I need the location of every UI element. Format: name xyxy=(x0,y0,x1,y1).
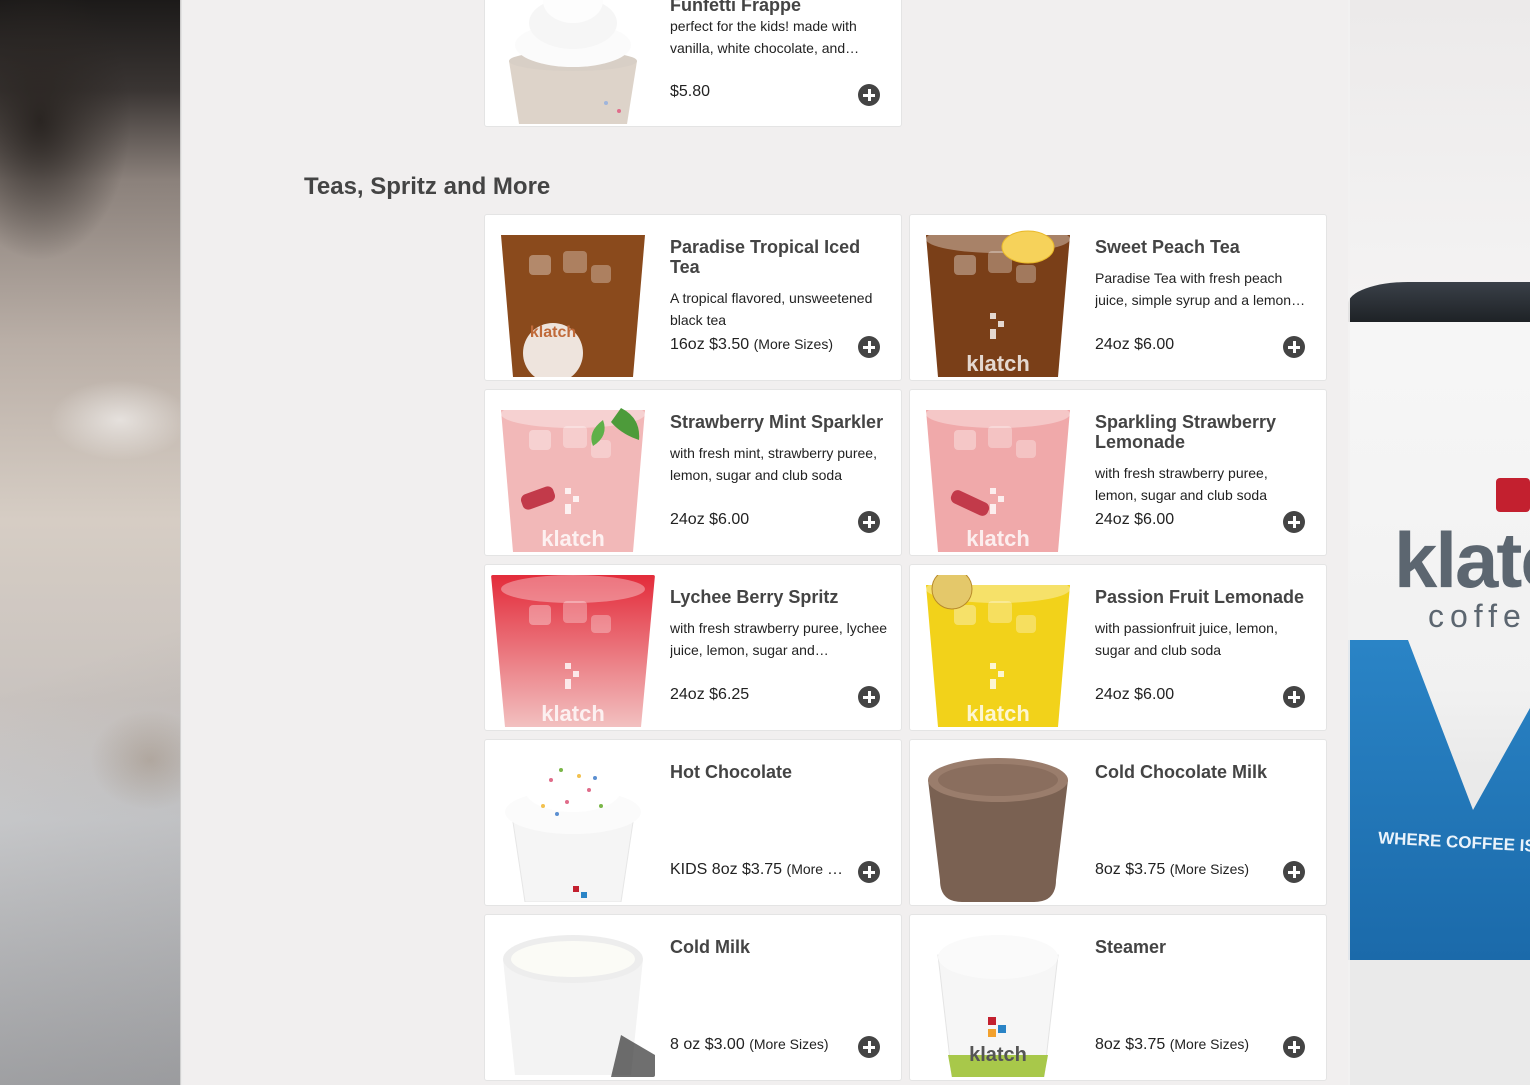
item-price: 24oz $6.00 xyxy=(1095,686,1275,704)
item-name: Strawberry Mint Sparkler xyxy=(670,412,884,432)
menu-item-card[interactable]: Hot Chocolate KIDS 8oz $3.75 (More Si… xyxy=(484,739,902,906)
item-description: with fresh mint, strawberry puree, lemon… xyxy=(670,445,877,483)
item-description: A tropical flavored, unsweetened black t… xyxy=(670,290,873,328)
menu-item-card[interactable]: klatch Passion Fruit Lemonade with passion… xyxy=(909,564,1327,731)
item-price: 8oz $3.75 (More Sizes) xyxy=(1095,1036,1275,1054)
item-name: Steamer xyxy=(1095,937,1167,957)
item-image xyxy=(491,0,655,124)
menu-item-card[interactable]: klatch Sweet Peach Tea Paradise Tea with f… xyxy=(909,214,1327,381)
item-image: klatch xyxy=(491,225,655,377)
item-price: 24oz $6.00 xyxy=(1095,336,1275,354)
more-sizes-label[interactable]: (More Sizes) xyxy=(749,1036,828,1052)
item-image: klatch xyxy=(916,925,1080,1077)
more-sizes-label[interactable]: (More Sizes) xyxy=(1170,861,1249,877)
item-price: 24oz $6.25 xyxy=(670,686,850,704)
item-image: klatch xyxy=(491,575,655,727)
svg-text:klatch: klatch xyxy=(541,701,605,726)
item-image xyxy=(491,925,655,1077)
svg-text:klatch: klatch xyxy=(966,701,1030,726)
item-name: Lychee Berry Spritz xyxy=(670,587,839,607)
item-description: with fresh strawberry puree, lemon, suga… xyxy=(1095,465,1268,503)
item-price: 24oz $6.00 xyxy=(1095,511,1275,529)
menu-item-card[interactable]: klatch Strawberry Mint Sparkler with fresh… xyxy=(484,389,902,556)
item-description: with fresh strawberry puree, lychee juic… xyxy=(670,620,888,658)
add-to-cart-icon[interactable] xyxy=(1283,686,1305,708)
add-to-cart-icon[interactable] xyxy=(858,861,880,883)
more-sizes-label[interactable]: (More Sizes) xyxy=(1170,1036,1249,1052)
menu-item-card[interactable]: Cold Chocolate Milk 8oz $3.75 (More Sizes… xyxy=(909,739,1327,906)
add-to-cart-icon[interactable] xyxy=(858,1036,880,1058)
item-price: $5.80 xyxy=(670,83,850,101)
add-to-cart-icon[interactable] xyxy=(1283,861,1305,883)
item-name: Funfetti Frappe xyxy=(670,0,801,15)
item-name: Hot Chocolate xyxy=(670,762,793,782)
item-image: klatch xyxy=(916,400,1080,552)
item-image xyxy=(916,750,1080,902)
menu-item-card[interactable]: klatch Lychee Berry Spritz with fresh stra… xyxy=(484,564,902,731)
cup-brand-text: klatc xyxy=(1394,516,1530,604)
more-sizes-label[interactable]: (More Si… xyxy=(787,861,850,878)
menu-item-card[interactable]: klatch Paradise Tropical Iced Tea A tropic… xyxy=(484,214,902,381)
coffee-cup-lid xyxy=(1348,282,1530,322)
price-text: 8 oz $3.00 xyxy=(670,1036,745,1053)
price-text: KIDS 8oz $3.75 xyxy=(670,861,783,878)
item-price: 8 oz $3.00 (More Sizes) xyxy=(670,1036,850,1054)
add-to-cart-icon[interactable] xyxy=(1283,511,1305,533)
item-name: Paradise Tropical Iced Tea xyxy=(670,237,861,277)
add-to-cart-icon[interactable] xyxy=(858,511,880,533)
add-to-cart-icon[interactable] xyxy=(1283,336,1305,358)
more-sizes-label[interactable]: (More Sizes) xyxy=(754,336,833,352)
svg-text:klatch: klatch xyxy=(530,324,576,341)
item-name: Cold Milk xyxy=(670,937,750,957)
item-name: Cold Chocolate Milk xyxy=(1095,762,1268,782)
item-price: 16oz $3.50 (More Sizes) xyxy=(670,336,850,354)
section-title: Teas, Spritz and More xyxy=(304,173,551,200)
add-to-cart-icon[interactable] xyxy=(858,84,880,106)
item-name: Sweet Peach Tea xyxy=(1095,237,1240,257)
svg-text:klatch: klatch xyxy=(966,351,1030,376)
menu-item-card[interactable]: Funfetti Frappe perfect for the kids! ma… xyxy=(484,0,902,127)
price-text: 24oz $6.25 xyxy=(670,686,750,703)
item-description: Paradise Tea with fresh peach juice, sim… xyxy=(1095,270,1306,308)
background-cafe-left xyxy=(0,0,182,1085)
item-image: klatch xyxy=(916,225,1080,377)
item-name: Sparkling Strawberry Lemonade xyxy=(1095,412,1277,452)
price-text: 24oz $6.00 xyxy=(670,511,750,528)
price-text: 24oz $6.00 xyxy=(1095,686,1175,703)
item-image xyxy=(491,750,655,902)
klatch-logo-icon xyxy=(1496,478,1530,512)
item-price: KIDS 8oz $3.75 (More Si… xyxy=(670,861,850,879)
svg-text:klatch: klatch xyxy=(966,526,1030,551)
add-to-cart-icon[interactable] xyxy=(1283,1036,1305,1058)
menu-item-card[interactable]: Cold Milk 8 oz $3.00 (More Sizes) xyxy=(484,914,902,1081)
add-to-cart-icon[interactable] xyxy=(858,336,880,358)
background-cup-right: klatc coffe WHERE COFFEE IS THE C xyxy=(1348,0,1530,1085)
item-image: klatch xyxy=(916,575,1080,727)
item-image: klatch xyxy=(491,400,655,552)
menu-item-card[interactable]: klatch Sparkling Strawberry Lemonade with … xyxy=(909,389,1327,556)
svg-text:klatch: klatch xyxy=(969,1044,1027,1066)
price-text: 8oz $3.75 xyxy=(1095,1036,1166,1053)
add-to-cart-icon[interactable] xyxy=(858,686,880,708)
svg-text:klatch: klatch xyxy=(541,526,605,551)
price-text: 16oz $3.50 xyxy=(670,336,750,353)
item-price: 24oz $6.00 xyxy=(670,511,850,529)
item-description: with passionfruit juice, lemon, sugar an… xyxy=(1095,620,1278,658)
price-text: 24oz $6.00 xyxy=(1095,336,1175,353)
menu-item-card[interactable]: klatch Steamer 8oz $3.75 (More Sizes) xyxy=(909,914,1327,1081)
price-text: 8oz $3.75 xyxy=(1095,861,1166,878)
item-description: perfect for the kids! made with vanilla,… xyxy=(670,18,860,56)
cup-coffee-text: coffe xyxy=(1428,598,1527,634)
item-price: 8oz $3.75 (More Sizes) xyxy=(1095,861,1275,879)
price-text: 24oz $6.00 xyxy=(1095,511,1175,528)
item-name: Passion Fruit Lemonade xyxy=(1095,587,1305,607)
price-text: $5.80 xyxy=(670,83,711,100)
